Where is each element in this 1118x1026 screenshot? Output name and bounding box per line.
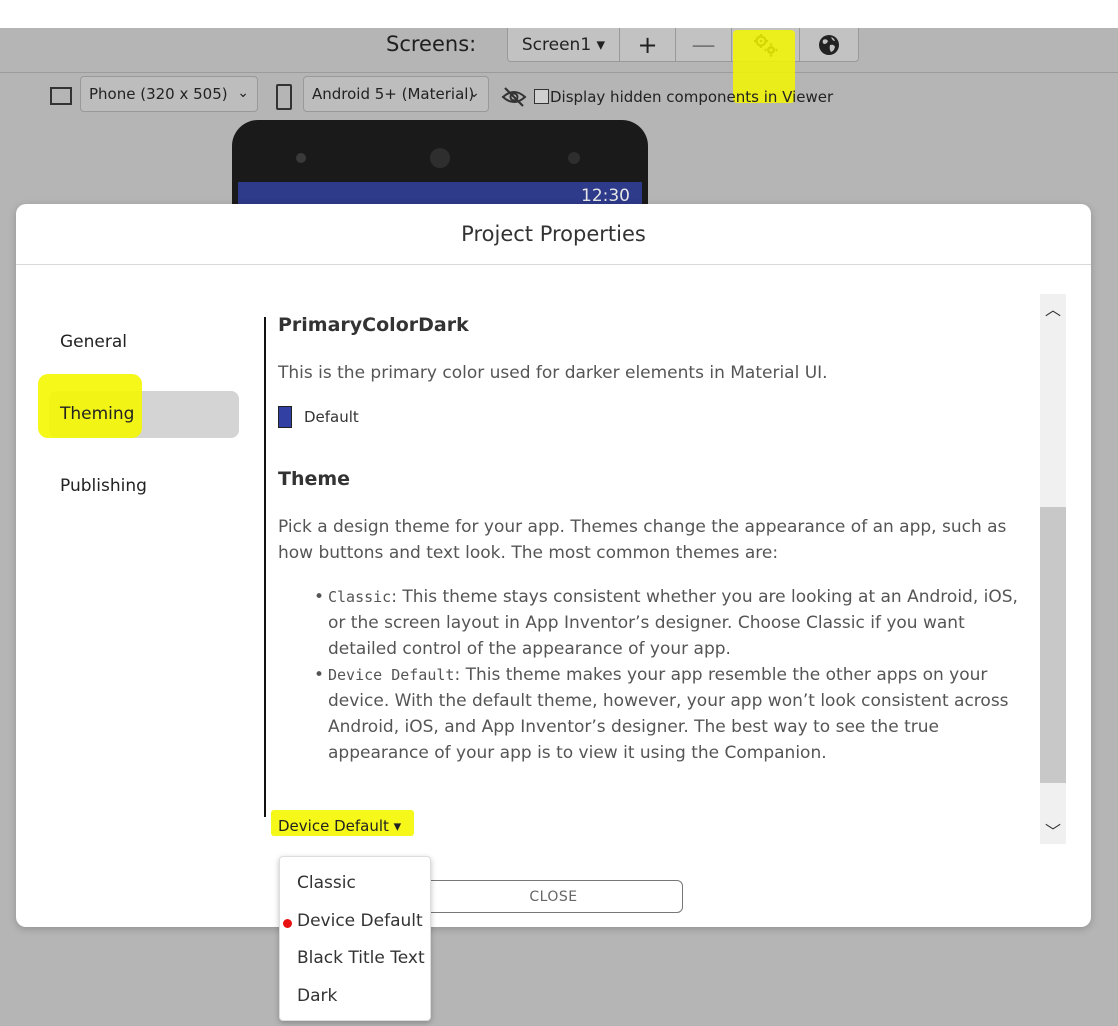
eye-slash-icon (501, 87, 527, 107)
nav-divider (264, 317, 266, 817)
chevron-down-icon: ⌄ (468, 85, 480, 101)
primary-color-dark-description: This is the primary color used for darke… (278, 363, 828, 383)
chevron-down-icon: ⌄ (237, 85, 249, 101)
list-item: Device Default: This theme makes your ap… (314, 662, 1018, 766)
project-properties-dialog: Project Properties General Theming Publi… (16, 204, 1091, 927)
content-scrollbar[interactable]: ︿ ﹀ (1040, 294, 1066, 844)
nav-item-general[interactable]: General (60, 332, 127, 352)
screens-label: Screens: (386, 32, 477, 56)
theme-text: : This theme stays consistent whether yo… (328, 587, 1018, 659)
chevron-down-icon[interactable]: ﹀ (1045, 818, 1061, 842)
theme-dropdown-menu: Classic Device Default Black Title Text … (279, 856, 431, 1021)
menu-item-black-title-text[interactable]: Black Title Text (297, 948, 425, 968)
tablet-size-icon (50, 87, 72, 105)
preview-theme-value: Android 5+ (Material) (312, 85, 475, 103)
screen-button-group: Screen1 ▾ + — (507, 28, 859, 62)
phone-size-select[interactable]: Phone (320 x 505) ⌄ (80, 76, 258, 112)
nav-item-publishing[interactable]: Publishing (60, 476, 147, 496)
add-screen-button[interactable]: + (620, 28, 676, 61)
phone-camera (430, 148, 450, 168)
theme-code: Device Default (328, 666, 455, 684)
viewer-options-row: Phone (320 x 505) ⌄ Android 5+ (Material… (0, 76, 1118, 116)
primary-color-dark-heading: PrimaryColorDark (278, 314, 469, 336)
list-item: Classic: This theme stays consistent whe… (314, 584, 1018, 662)
theme-code: Classic (328, 588, 392, 606)
dialog-title: Project Properties (16, 204, 1091, 265)
screen-dropdown[interactable]: Screen1 ▾ (508, 28, 620, 61)
menu-item-classic[interactable]: Classic (297, 873, 356, 893)
color-swatch[interactable] (278, 406, 292, 428)
chevron-up-icon[interactable]: ︿ (1045, 296, 1061, 320)
phone-size-value: Phone (320 x 505) (89, 85, 228, 103)
phone-sensor (296, 153, 306, 163)
theming-content: PrimaryColorDark This is the primary col… (278, 304, 1018, 766)
primary-color-dark-picker[interactable]: Default (278, 406, 1018, 428)
designer-toolbar: Screens: Screen1 ▾ + — (0, 28, 1118, 103)
phone-icon (276, 84, 292, 110)
color-swatch-label: Default (304, 408, 359, 426)
theme-heading: Theme (278, 468, 351, 490)
remove-screen-button[interactable]: — (676, 28, 732, 61)
theme-list: Classic: This theme stays consistent whe… (314, 584, 1018, 766)
language-button[interactable] (800, 28, 858, 61)
display-hidden-label: Display hidden components in Viewer (550, 88, 834, 106)
theme-dropdown[interactable]: Device Default ▾ (278, 817, 401, 835)
display-hidden-checkbox[interactable] (534, 89, 549, 104)
theme-description: Pick a design theme for your app. Themes… (278, 517, 1007, 563)
scrollbar-thumb[interactable] (1040, 507, 1066, 783)
menu-item-dark[interactable]: Dark (297, 986, 337, 1006)
selected-indicator-icon (283, 919, 292, 928)
top-strip (0, 0, 1118, 28)
globe-icon (819, 34, 839, 55)
nav-item-theming[interactable]: Theming (60, 404, 134, 424)
preview-theme-select[interactable]: Android 5+ (Material) ⌄ (303, 76, 489, 112)
close-button[interactable]: CLOSE (424, 880, 683, 913)
phone-speaker (568, 152, 580, 164)
phone-clock: 12:30 (581, 186, 630, 206)
menu-item-device-default[interactable]: Device Default (297, 911, 423, 931)
